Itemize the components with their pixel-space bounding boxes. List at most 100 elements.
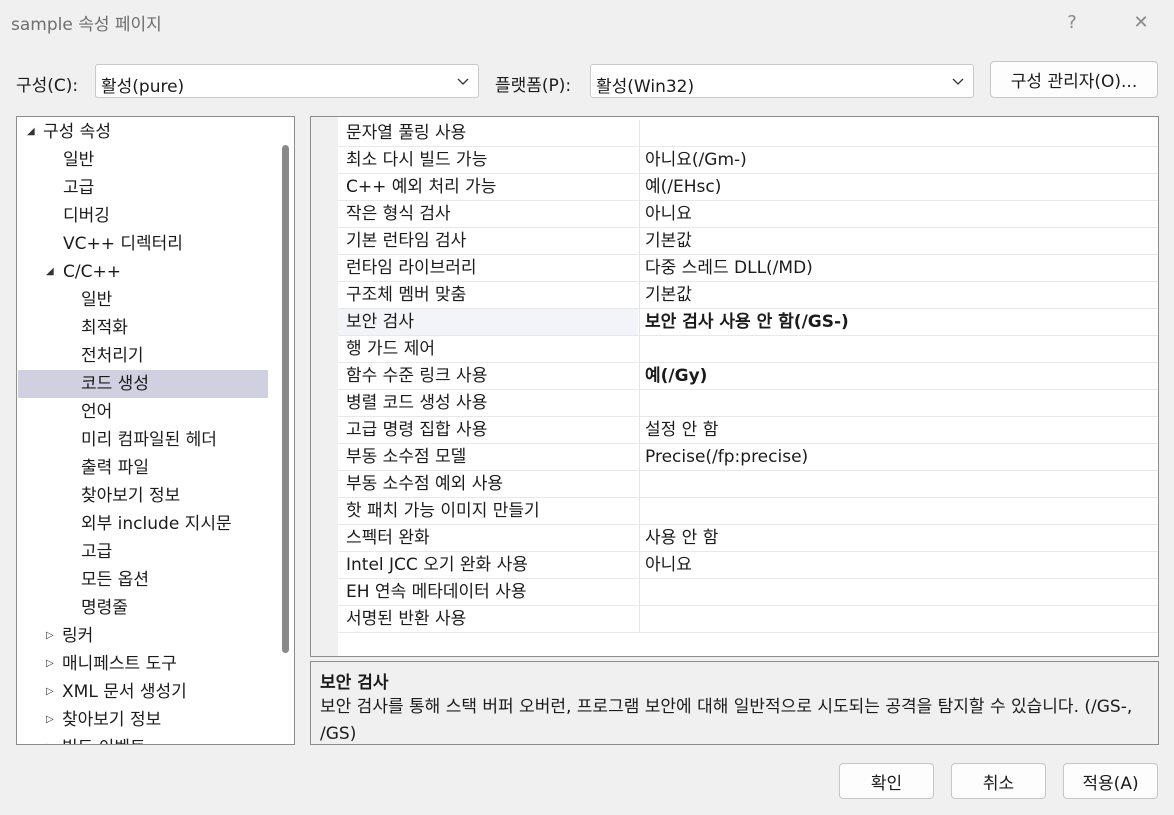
description-panel: 보안 검사 보안 검사를 통해 스택 버퍼 오버런, 프로그램 보안에 대해 일… — [310, 661, 1159, 745]
property-value[interactable]: 기본값 — [639, 282, 1158, 308]
chevron-down-icon — [457, 78, 469, 85]
title-bar: sample 속성 페이지 ? ✕ — [0, 0, 1174, 44]
tree-item[interactable]: 고급 — [18, 538, 268, 566]
property-row[interactable]: Intel JCC 오기 완화 사용 아니요 — [338, 552, 1158, 579]
property-name: 행 가드 제어 — [346, 339, 436, 359]
tree-item[interactable]: VC++ 디렉터리 — [18, 230, 268, 258]
help-icon: ? — [1067, 11, 1077, 33]
tree-item[interactable]: ▷ 매니페스트 도구 — [18, 650, 268, 678]
tree-item-label: 빌드 이벤트 — [62, 734, 146, 744]
property-value[interactable]: 보안 검사 사용 안 함(/GS-) — [639, 309, 1158, 335]
ok-button[interactable]: 확인 — [839, 763, 934, 799]
cancel-button[interactable]: 취소 — [951, 763, 1046, 799]
tree-item[interactable]: 최적화 — [18, 314, 268, 342]
tree-item[interactable]: 명령줄 — [18, 594, 268, 622]
property-row[interactable]: 문자열 풀링 사용 — [338, 120, 1158, 147]
property-row[interactable]: 서명된 반환 사용 — [338, 606, 1158, 633]
close-icon: ✕ — [1133, 11, 1149, 33]
property-row[interactable]: 구조체 멤버 맞춤 기본값 — [338, 282, 1158, 309]
apply-button[interactable]: 적용(A) — [1063, 763, 1158, 799]
property-row[interactable]: 함수 수준 링크 사용 예(/Gy) — [338, 363, 1158, 390]
collapsed-arrow-icon[interactable]: ▷ — [46, 706, 58, 734]
tree-scrollbar[interactable] — [275, 119, 294, 744]
expanded-arrow-icon[interactable]: ◢ — [46, 258, 58, 286]
tree-item[interactable]: 고급 — [18, 174, 268, 202]
property-name: 고급 명령 집합 사용 — [346, 420, 488, 440]
tree-item-label: XML 문서 생성기 — [62, 682, 187, 702]
property-row[interactable]: 행 가드 제어 — [338, 336, 1158, 363]
property-value[interactable]: 기본값 — [639, 228, 1158, 254]
property-row[interactable]: 기본 런타임 검사 기본값 — [338, 228, 1158, 255]
property-row[interactable]: 병렬 코드 생성 사용 — [338, 390, 1158, 417]
property-value[interactable]: 아니요(/Gm-) — [639, 147, 1158, 173]
collapsed-arrow-icon[interactable]: ▷ — [46, 734, 58, 744]
property-row[interactable]: 작은 형식 검사 아니요 — [338, 201, 1158, 228]
tree-item-label: 미리 컴파일된 헤더 — [81, 430, 217, 450]
property-value[interactable]: 아니요 — [639, 201, 1158, 227]
property-value[interactable] — [639, 120, 1158, 146]
property-value[interactable] — [639, 336, 1158, 362]
tree-item[interactable]: ◢ 구성 속성 — [18, 118, 268, 146]
tree-item-label: 찾아보기 정보 — [81, 486, 181, 506]
property-value[interactable] — [639, 390, 1158, 416]
tree-item[interactable]: ◢ C/C++ — [18, 258, 268, 286]
collapsed-arrow-icon[interactable]: ▷ — [46, 650, 58, 678]
config-dropdown[interactable]: 활성(pure) — [95, 64, 479, 98]
tree-item[interactable]: 일반 — [18, 146, 268, 174]
help-button[interactable]: ? — [1050, 6, 1094, 38]
tree-item[interactable]: ▷ 링커 — [18, 622, 268, 650]
tree-item[interactable]: ▷ 찾아보기 정보 — [18, 706, 268, 734]
property-value[interactable] — [639, 471, 1158, 497]
property-value[interactable]: 다중 스레드 DLL(/MD) — [639, 255, 1158, 281]
property-name: 구조체 멤버 맞춤 — [346, 285, 467, 305]
property-name: 부동 소수점 예외 사용 — [346, 474, 503, 494]
property-name: 최소 다시 빌드 가능 — [346, 150, 488, 170]
property-name: 스펙터 완화 — [346, 528, 430, 548]
tree-item-label: 매니페스트 도구 — [62, 654, 177, 674]
property-grid: 문자열 풀링 사용최소 다시 빌드 가능 아니요(/Gm-) C++ 예외 처리 가… — [310, 116, 1159, 657]
scroll-thumb[interactable] — [282, 145, 289, 653]
tree-item-label: 찾아보기 정보 — [62, 710, 162, 730]
property-row[interactable]: 고급 명령 집합 사용 설정 안 함 — [338, 417, 1158, 444]
property-row[interactable]: 최소 다시 빌드 가능 아니요(/Gm-) — [338, 147, 1158, 174]
collapsed-arrow-icon[interactable]: ▷ — [46, 678, 58, 706]
tree-item[interactable]: ▷ 빌드 이벤트 — [18, 734, 268, 744]
property-value[interactable]: Precise(/fp:precise) — [639, 444, 1158, 470]
tree-item[interactable]: 모든 옵션 — [18, 566, 268, 594]
property-value[interactable]: 사용 안 함 — [639, 525, 1158, 551]
property-row[interactable]: 런타임 라이브러리 다중 스레드 DLL(/MD) — [338, 255, 1158, 282]
tree-item[interactable]: 코드 생성 — [18, 370, 268, 398]
property-name: 함수 수준 링크 사용 — [346, 366, 488, 386]
tree-item-label: 구성 속성 — [43, 122, 111, 142]
property-row[interactable]: 부동 소수점 모델 Precise(/fp:precise) — [338, 444, 1158, 471]
property-value[interactable]: 예(/EHsc) — [639, 174, 1158, 200]
tree-item[interactable]: ▷ XML 문서 생성기 — [18, 678, 268, 706]
property-value[interactable]: 설정 안 함 — [639, 417, 1158, 443]
property-row[interactable]: 핫 패치 가능 이미지 만들기 — [338, 498, 1158, 525]
tree-item[interactable]: 외부 include 지시문 — [18, 510, 268, 538]
property-row[interactable]: C++ 예외 처리 가능 예(/EHsc) — [338, 174, 1158, 201]
close-button[interactable]: ✕ — [1119, 6, 1163, 38]
property-row[interactable]: 보안 검사 보안 검사 사용 안 함(/GS-) — [338, 309, 1158, 336]
tree-item[interactable]: 미리 컴파일된 헤더 — [18, 426, 268, 454]
expanded-arrow-icon[interactable]: ◢ — [27, 118, 39, 146]
tree-item[interactable]: 전처리기 — [18, 342, 268, 370]
property-value[interactable]: 예(/Gy) — [639, 363, 1158, 389]
platform-dropdown[interactable]: 활성(Win32) — [590, 64, 974, 98]
tree-item[interactable]: 언어 — [18, 398, 268, 426]
property-row[interactable]: EH 연속 메타데이터 사용 — [338, 579, 1158, 606]
property-name: 작은 형식 검사 — [346, 204, 451, 224]
collapsed-arrow-icon[interactable]: ▷ — [46, 622, 58, 650]
tree-item[interactable]: 찾아보기 정보 — [18, 482, 268, 510]
tree-item[interactable]: 디버깅 — [18, 202, 268, 230]
property-row[interactable]: 스펙터 완화 사용 안 함 — [338, 525, 1158, 552]
configuration-manager-button[interactable]: 구성 관리자(O)... — [990, 61, 1158, 98]
property-value[interactable] — [639, 606, 1158, 632]
property-row[interactable]: 부동 소수점 예외 사용 — [338, 471, 1158, 498]
tree-item-label: 전처리기 — [81, 346, 144, 366]
property-value[interactable] — [639, 498, 1158, 524]
property-value[interactable] — [639, 579, 1158, 605]
property-value[interactable]: 아니요 — [639, 552, 1158, 578]
tree-item[interactable]: 일반 — [18, 286, 268, 314]
tree-item[interactable]: 출력 파일 — [18, 454, 268, 482]
